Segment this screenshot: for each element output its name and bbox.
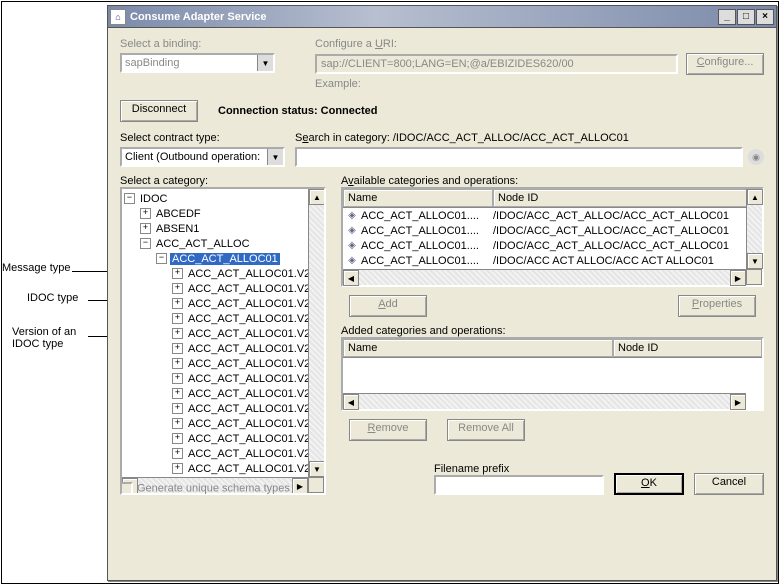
app-icon: ⌂ bbox=[110, 9, 126, 25]
tree-node-version[interactable]: +ACC_ACT_ALLOC01.V2 bbox=[124, 401, 324, 416]
contract-value: Client (Outbound operation: bbox=[122, 149, 267, 165]
configure-button[interactable]: Configure... bbox=[686, 53, 764, 75]
label-search: Search in category: /IDOC/ACC_ACT_ALLOC/… bbox=[295, 132, 764, 144]
tree-node-version[interactable]: +ACC_ACT_ALLOC01.V2 bbox=[124, 416, 324, 431]
tree-node[interactable]: +ABSEN1 bbox=[124, 221, 324, 236]
label-select-category: Select a category: bbox=[120, 175, 326, 187]
tree-node-version[interactable]: +ACC_ACT_ALLOC01.V2 bbox=[124, 266, 324, 281]
annotation-version: Version of an IDOC type bbox=[12, 326, 97, 350]
filename-prefix-input[interactable] bbox=[434, 475, 604, 495]
label-example: Example: bbox=[315, 78, 764, 90]
cancel-button[interactable]: Cancel bbox=[694, 473, 764, 495]
operation-icon: ◈ bbox=[345, 225, 359, 236]
window-title: Consume Adapter Service bbox=[130, 11, 718, 23]
titlebar: ⌂ Consume Adapter Service _ □ × bbox=[108, 6, 776, 28]
tree-node-idoc-type[interactable]: −ACC_ACT_ALLOC01 bbox=[124, 251, 324, 266]
label-added: Added categories and operations: bbox=[341, 325, 764, 337]
col-name[interactable]: Name bbox=[343, 189, 493, 207]
chevron-down-icon: ▼ bbox=[267, 149, 283, 165]
scroll-corner bbox=[746, 269, 762, 285]
tree-node-version[interactable]: +ACC_ACT_ALLOC01.V2 bbox=[124, 446, 324, 461]
label-select-binding: Select a binding: bbox=[120, 38, 275, 50]
tree-node-version[interactable]: +ACC_ACT_ALLOC01.V2 bbox=[124, 311, 324, 326]
minimize-button[interactable]: _ bbox=[718, 9, 736, 25]
col-name[interactable]: Name bbox=[343, 339, 613, 357]
search-go-icon[interactable]: ◉ bbox=[748, 149, 764, 165]
tree-vscrollbar[interactable]: ▲▼ bbox=[308, 189, 324, 477]
checkbox-icon bbox=[120, 482, 133, 495]
category-tree[interactable]: −IDOC +ABCEDF +ABSEN1 −ACC_ACT_ALLOC −AC… bbox=[120, 187, 326, 495]
operation-icon: ◈ bbox=[345, 255, 359, 266]
tree-node-version[interactable]: +ACC_ACT_ALLOC01.V2 bbox=[124, 326, 324, 341]
label-available: Available categories and operations: bbox=[341, 175, 764, 187]
available-list[interactable]: Name Node ID ◈ACC_ACT_ALLOC01..../IDOC/A… bbox=[341, 187, 764, 287]
label-configure-uri: Configure a URI: bbox=[315, 38, 764, 50]
contract-combo[interactable]: Client (Outbound operation: ▼ bbox=[120, 147, 285, 167]
tree-node-version[interactable]: +ACC_ACT_ALLOC01.V2 bbox=[124, 296, 324, 311]
tree-node-version[interactable]: +ACC_ACT_ALLOC01.V2 bbox=[124, 386, 324, 401]
list-item[interactable]: ◈ACC_ACT_ALLOC01..../IDOC/ACC_ACT_ALLOC/… bbox=[343, 223, 762, 238]
tree-node-msg-type[interactable]: −ACC_ACT_ALLOC bbox=[124, 236, 324, 251]
uri-textbox: sap://CLIENT=800;LANG=EN;@a/EBIZIDES620/… bbox=[315, 54, 678, 74]
ok-button[interactable]: OK bbox=[614, 473, 684, 495]
added-hscrollbar[interactable]: ◀▶ bbox=[343, 393, 746, 409]
tree-node-version[interactable]: +ACC_ACT_ALLOC01.V2 bbox=[124, 371, 324, 386]
remove-all-button[interactable]: Remove All bbox=[447, 419, 525, 441]
avail-vscrollbar[interactable]: ▲▼ bbox=[746, 189, 762, 269]
col-node-id[interactable]: Node ID bbox=[493, 189, 762, 207]
label-contract-type: Select contract type: bbox=[120, 132, 285, 144]
disconnect-button[interactable]: Disconnect bbox=[120, 100, 198, 122]
binding-value: sapBinding bbox=[122, 55, 257, 71]
tree-node[interactable]: +ABCEDF bbox=[124, 206, 324, 221]
tree-node-version[interactable]: +ACC_ACT_ALLOC01.V2 bbox=[124, 356, 324, 371]
operation-icon: ◈ bbox=[345, 240, 359, 251]
operation-icon: ◈ bbox=[345, 210, 359, 221]
col-node-id[interactable]: Node ID bbox=[613, 339, 762, 357]
generate-schema-checkbox[interactable]: Generate unique schema types bbox=[120, 482, 290, 495]
annotation-message-type: Message type bbox=[2, 262, 97, 274]
avail-hscrollbar[interactable]: ◀▶ bbox=[343, 269, 746, 285]
add-button[interactable]: Add bbox=[349, 295, 427, 317]
list-item[interactable]: ◈ACC_ACT_ALLOC01..../IDOC/ACC ACT ALLOC/… bbox=[343, 253, 762, 268]
binding-combo[interactable]: sapBinding ▼ bbox=[120, 53, 275, 73]
dialog-consume-adapter-service: ⌂ Consume Adapter Service _ □ × Select a… bbox=[107, 5, 777, 581]
connection-status: Connection status: Connected bbox=[218, 105, 378, 117]
chevron-down-icon: ▼ bbox=[257, 55, 273, 71]
tree-node-root[interactable]: −IDOC bbox=[124, 191, 324, 206]
remove-button[interactable]: Remove bbox=[349, 419, 427, 441]
tree-node-version[interactable]: +ACC_ACT_ALLOC01.V2 bbox=[124, 341, 324, 356]
list-item[interactable]: ◈ACC_ACT_ALLOC01..../IDOC/ACC_ACT_ALLOC/… bbox=[343, 208, 762, 223]
maximize-button[interactable]: □ bbox=[737, 9, 755, 25]
close-button[interactable]: × bbox=[756, 9, 774, 25]
added-list[interactable]: Name Node ID ◀▶ bbox=[341, 337, 764, 411]
annotation-idoc-type: IDOC type bbox=[27, 292, 97, 304]
list-item[interactable]: ◈ACC_ACT_ALLOC01..../IDOC/ACC_ACT_ALLOC/… bbox=[343, 238, 762, 253]
tree-node-version[interactable]: +ACC_ACT_ALLOC01.V2 bbox=[124, 281, 324, 296]
label-filename-prefix: Filename prefix bbox=[434, 463, 604, 475]
properties-button[interactable]: Properties bbox=[678, 295, 756, 317]
search-input[interactable] bbox=[295, 147, 743, 167]
tree-node-version[interactable]: +ACC_ACT_ALLOC01.V2 bbox=[124, 431, 324, 446]
